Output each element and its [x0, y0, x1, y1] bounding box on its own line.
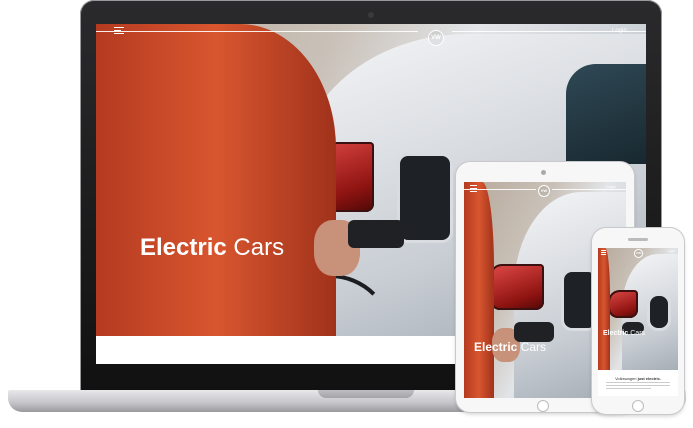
phone-frame: VW Login Electric Cars Volkswagen just e…	[592, 228, 684, 414]
login-link[interactable]: Login	[612, 28, 627, 34]
hero-title: Electric Cars	[603, 330, 646, 337]
laptop-trackpad-notch	[318, 390, 414, 398]
site-header: VW Login	[96, 24, 646, 46]
phone-screen: VW Login Electric Cars Volkswagen just e…	[598, 248, 678, 396]
hero-title: Electric Cars	[474, 340, 547, 354]
laptop-camera	[368, 12, 374, 18]
phone-tagline: Volkswagen just electric.	[615, 376, 661, 381]
login-link[interactable]: Login	[606, 184, 616, 189]
phone-home-button[interactable]	[632, 400, 644, 412]
phone-hero: VW Login Electric Cars	[598, 248, 678, 370]
vw-logo-icon[interactable]: VW	[538, 185, 550, 197]
vw-logo-icon[interactable]: VW	[634, 249, 643, 258]
login-link[interactable]: Login	[668, 249, 675, 253]
tablet-home-button[interactable]	[537, 400, 549, 412]
hamburger-menu-icon[interactable]	[601, 250, 606, 257]
charging-plug	[348, 220, 404, 248]
person-sleeve	[96, 24, 336, 336]
vw-logo-icon[interactable]: VW	[428, 30, 444, 46]
phone-body-text	[606, 382, 670, 391]
charging-port	[400, 156, 450, 240]
hero-title: Electric Cars	[140, 234, 285, 261]
